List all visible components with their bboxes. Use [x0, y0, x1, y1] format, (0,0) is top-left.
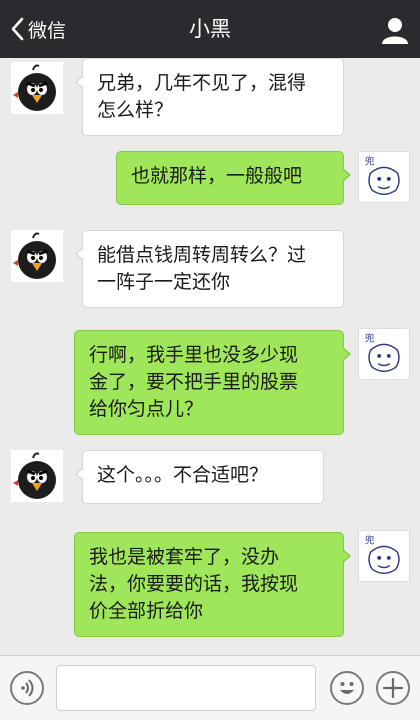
message-bubble-received[interactable]: 能借点钱周转周转么？过 一阵子一定还你: [75, 230, 344, 308]
black-bird-avatar-icon: [13, 232, 56, 279]
message-text: 兄弟，几年不见了，混得 怎么样？: [97, 72, 307, 121]
more-options-button[interactable]: [376, 671, 410, 705]
person-icon: [382, 18, 408, 44]
message-bubble-sent[interactable]: 也就那样，一般般吧: [116, 151, 351, 205]
avatar-label: 兜: [365, 535, 375, 547]
cartoon-sketch-avatar-icon: 兜: [365, 333, 400, 373]
message-bubble-received[interactable]: 兄弟，几年不见了，混得 怎么样？: [75, 58, 344, 136]
smiley-icon: [340, 682, 354, 694]
plus-icon: [382, 677, 404, 699]
black-bird-avatar-icon: [13, 452, 56, 499]
contact-profile-button[interactable]: [380, 15, 410, 45]
message-text: 行啊，我手里也没多少现 金了，要不把手里的股票 给你匀点儿？: [89, 344, 299, 420]
message-bubble-received[interactable]: 这个。。。不合适吧？: [75, 450, 324, 504]
avatar-label: 兜: [365, 333, 375, 345]
message-bubble-sent[interactable]: 行啊，我手里也没多少现 金了，要不把手里的股票 给你匀点儿？: [74, 330, 351, 435]
contact-avatar[interactable]: [11, 450, 63, 502]
my-avatar[interactable]: 兜: [358, 151, 410, 203]
cartoon-sketch-avatar-icon: 兜: [365, 156, 400, 196]
top-bar: 微信 小黑: [0, 0, 420, 58]
cartoon-sketch-avatar-icon: 兜: [365, 535, 400, 575]
voice-icon: [21, 679, 34, 697]
message-input[interactable]: [56, 665, 316, 711]
voice-input-button[interactable]: [10, 671, 44, 705]
contact-avatar[interactable]: [11, 62, 63, 114]
my-avatar[interactable]: 兜: [358, 328, 410, 380]
contact-avatar[interactable]: [11, 230, 63, 282]
message-text: 这个。。。不合适吧？: [97, 464, 269, 486]
emoji-button[interactable]: [330, 671, 364, 705]
my-avatar[interactable]: 兜: [358, 530, 410, 582]
message-text: 能借点钱周转周转么？过 一阵子一定还你: [97, 244, 307, 293]
message-bubble-sent[interactable]: 我也是被套牢了，没办 法，你要要的话，我按现 价全部折给你: [74, 532, 351, 637]
message-text: 我也是被套牢了，没办 法，你要要的话，我按现 价全部折给你: [89, 546, 299, 622]
avatar-label: 兜: [365, 156, 375, 168]
chat-title: 小黑: [189, 17, 231, 41]
chat-area[interactable]: 兄弟，几年不见了，混得 怎么样？ 兜 也就那样，一般般吧 能借点钱周转周转么？过…: [0, 58, 420, 655]
input-toolbar: [0, 655, 420, 720]
black-bird-avatar-icon: [13, 64, 56, 111]
message-text: 也就那样，一般般吧: [131, 165, 303, 187]
